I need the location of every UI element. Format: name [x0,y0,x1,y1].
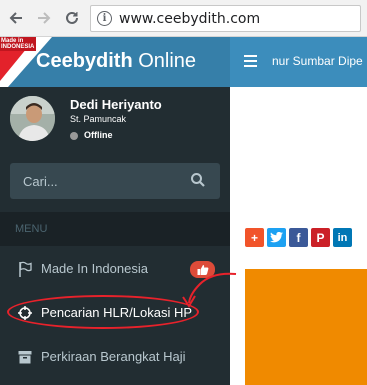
status-text: Offline [84,130,113,140]
search-icon[interactable] [190,172,208,190]
twitter-icon[interactable] [267,228,286,247]
sidebar: Dedi Heriyanto St. Pamuncak Offline MENU… [0,87,230,385]
status-dot-icon [70,132,78,140]
top-navbar: nur Sumbar Dipe [230,37,367,87]
info-icon[interactable]: i [97,11,112,26]
pinterest-icon[interactable]: P [311,228,330,247]
avatar [10,96,55,141]
main-content: + f P in [230,87,367,385]
annotation-highlight-oval [7,295,199,329]
sidebar-item-label: Made In Indonesia [41,261,148,276]
forward-icon[interactable] [34,8,54,28]
news-marquee[interactable]: nur Sumbar Dipe [272,54,363,68]
linkedin-icon[interactable]: in [333,228,352,247]
thumbs-up-icon [197,264,208,275]
featured-image[interactable] [245,269,367,385]
search-input[interactable] [10,163,185,199]
browser-toolbar: i www.ceebydith.com [0,0,367,37]
archive-icon [17,349,33,365]
user-name: Dedi Heriyanto [70,97,162,112]
address-bar[interactable]: i www.ceebydith.com [90,5,361,32]
logo-title: Ceebydith Online [36,50,196,73]
plus-icon[interactable]: + [245,228,264,247]
share-buttons: + f P in [245,228,352,247]
site-logo[interactable]: Made in INDONESIA Made in INDONESIA Ceeb… [0,37,230,87]
reload-icon[interactable] [62,8,82,28]
hamburger-menu-icon[interactable] [244,55,258,67]
facebook-icon[interactable]: f [289,228,308,247]
user-panel: Dedi Heriyanto St. Pamuncak Offline [0,87,230,157]
sidebar-item-perkiraan-haji[interactable]: Perkiraan Berangkat Haji [0,335,230,379]
logo-title-bold: Ceebydith [36,50,133,72]
thumbs-up-badge [190,261,215,278]
user-subtitle: St. Pamuncak [70,114,127,124]
sidebar-item-label: Perkiraan Berangkat Haji [41,349,186,364]
flag-icon [17,261,33,277]
menu-header: MENU [0,212,230,246]
sidebar-item-made-in-indonesia[interactable]: Made In Indonesia [0,247,230,291]
sidebar-search [10,163,220,199]
back-icon[interactable] [6,8,26,28]
logo-title-rest: Online [132,50,197,72]
url-text: www.ceebydith.com [119,11,261,27]
badge-box: Made in INDONESIA [0,37,36,51]
badge-text: Made in INDONESIA [1,38,35,50]
